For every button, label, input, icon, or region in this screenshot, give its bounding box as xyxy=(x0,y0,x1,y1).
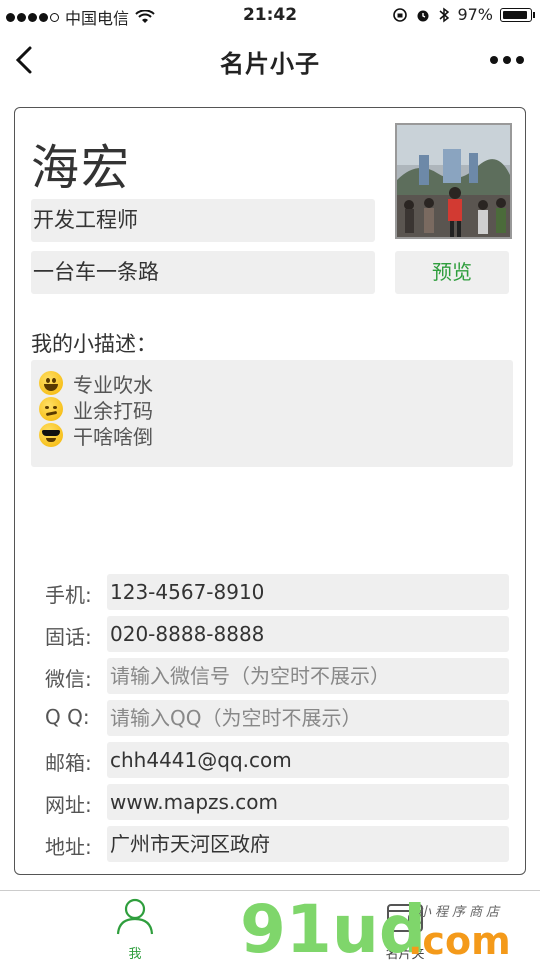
description-text: 业余打码 xyxy=(73,398,153,423)
avatar-image xyxy=(397,125,510,237)
tab-bar: 我 名片夹 xyxy=(0,890,540,962)
more-options-icon[interactable] xyxy=(490,56,524,64)
sunglasses-face-icon xyxy=(39,423,63,447)
description-text: 专业吹水 xyxy=(73,372,153,397)
wechat-label: 微信: xyxy=(45,667,92,691)
qq-input[interactable]: 请输入QQ（为空时不展示） xyxy=(107,700,509,736)
grinning-face-icon xyxy=(39,371,63,395)
alarm-clock-icon xyxy=(417,10,429,21)
address-input[interactable]: 广州市天河区政府 xyxy=(107,826,509,862)
email-input[interactable]: chh4441@qq.com xyxy=(107,742,509,778)
description-line: 业余打码 xyxy=(39,396,505,423)
address-row: 地址: 广州市天河区政府 xyxy=(15,826,527,862)
email-label: 邮箱: xyxy=(45,751,92,775)
landline-label: 固话: xyxy=(45,625,92,649)
smirking-face-icon xyxy=(39,397,63,421)
wechat-input[interactable]: 请输入微信号（为空时不展示） xyxy=(107,658,509,694)
description-textarea[interactable]: 专业吹水 业余打码 干啥啥倒 xyxy=(31,360,513,467)
wallet-icon xyxy=(387,904,423,932)
qq-label: Q Q: xyxy=(45,705,90,729)
phone-row: 手机: 123-4567-8910 xyxy=(15,574,527,610)
wechat-row: 微信: 请输入微信号（为空时不展示） xyxy=(15,658,527,694)
description-label: 我的小描述： xyxy=(31,332,157,356)
tab-card-holder[interactable]: 名片夹 xyxy=(345,897,465,962)
website-label: 网址: xyxy=(45,793,92,817)
qq-row: Q Q: 请输入QQ（为空时不展示） xyxy=(15,700,527,736)
business-card: 海宏 开发工程师 一台车一条路 预览 我的小描述： 专业吹水 业余打码 干啥啥倒… xyxy=(14,107,526,875)
website-input[interactable]: www.mapzs.com xyxy=(107,784,509,820)
address-label: 地址: xyxy=(45,835,92,859)
phone-input[interactable]: 123-4567-8910 xyxy=(107,574,509,610)
avatar-photo[interactable] xyxy=(395,123,512,239)
job-title-field[interactable]: 开发工程师 xyxy=(31,199,375,242)
orientation-lock-icon xyxy=(393,7,408,22)
status-bar: 中国电信 21:42 97% xyxy=(0,0,540,30)
person-icon xyxy=(116,898,154,935)
tab-card-holder-label: 名片夹 xyxy=(385,947,425,962)
status-right: 97% xyxy=(392,5,535,24)
landline-row: 固话: 020-8888-8888 xyxy=(15,616,527,652)
navigation-bar: 名片小子 xyxy=(0,30,540,90)
tab-me-label: 我 xyxy=(128,947,142,962)
email-row: 邮箱: chh4441@qq.com xyxy=(15,742,527,778)
description-line: 专业吹水 xyxy=(39,370,505,397)
name-field[interactable]: 海宏 xyxy=(31,128,131,198)
battery-icon xyxy=(500,7,535,22)
page-title: 名片小子 xyxy=(220,50,320,78)
battery-percent: 97% xyxy=(457,5,493,24)
description-line: 干啥啥倒 xyxy=(39,422,505,449)
website-row: 网址: www.mapzs.com xyxy=(15,784,527,820)
phone-label: 手机: xyxy=(45,583,92,607)
preview-button[interactable]: 预览 xyxy=(395,251,509,294)
motto-field[interactable]: 一台车一条路 xyxy=(31,251,375,294)
landline-input[interactable]: 020-8888-8888 xyxy=(107,616,509,652)
tab-me[interactable]: 我 xyxy=(75,897,195,962)
description-text: 干啥啥倒 xyxy=(73,424,153,449)
bluetooth-icon xyxy=(439,7,450,22)
